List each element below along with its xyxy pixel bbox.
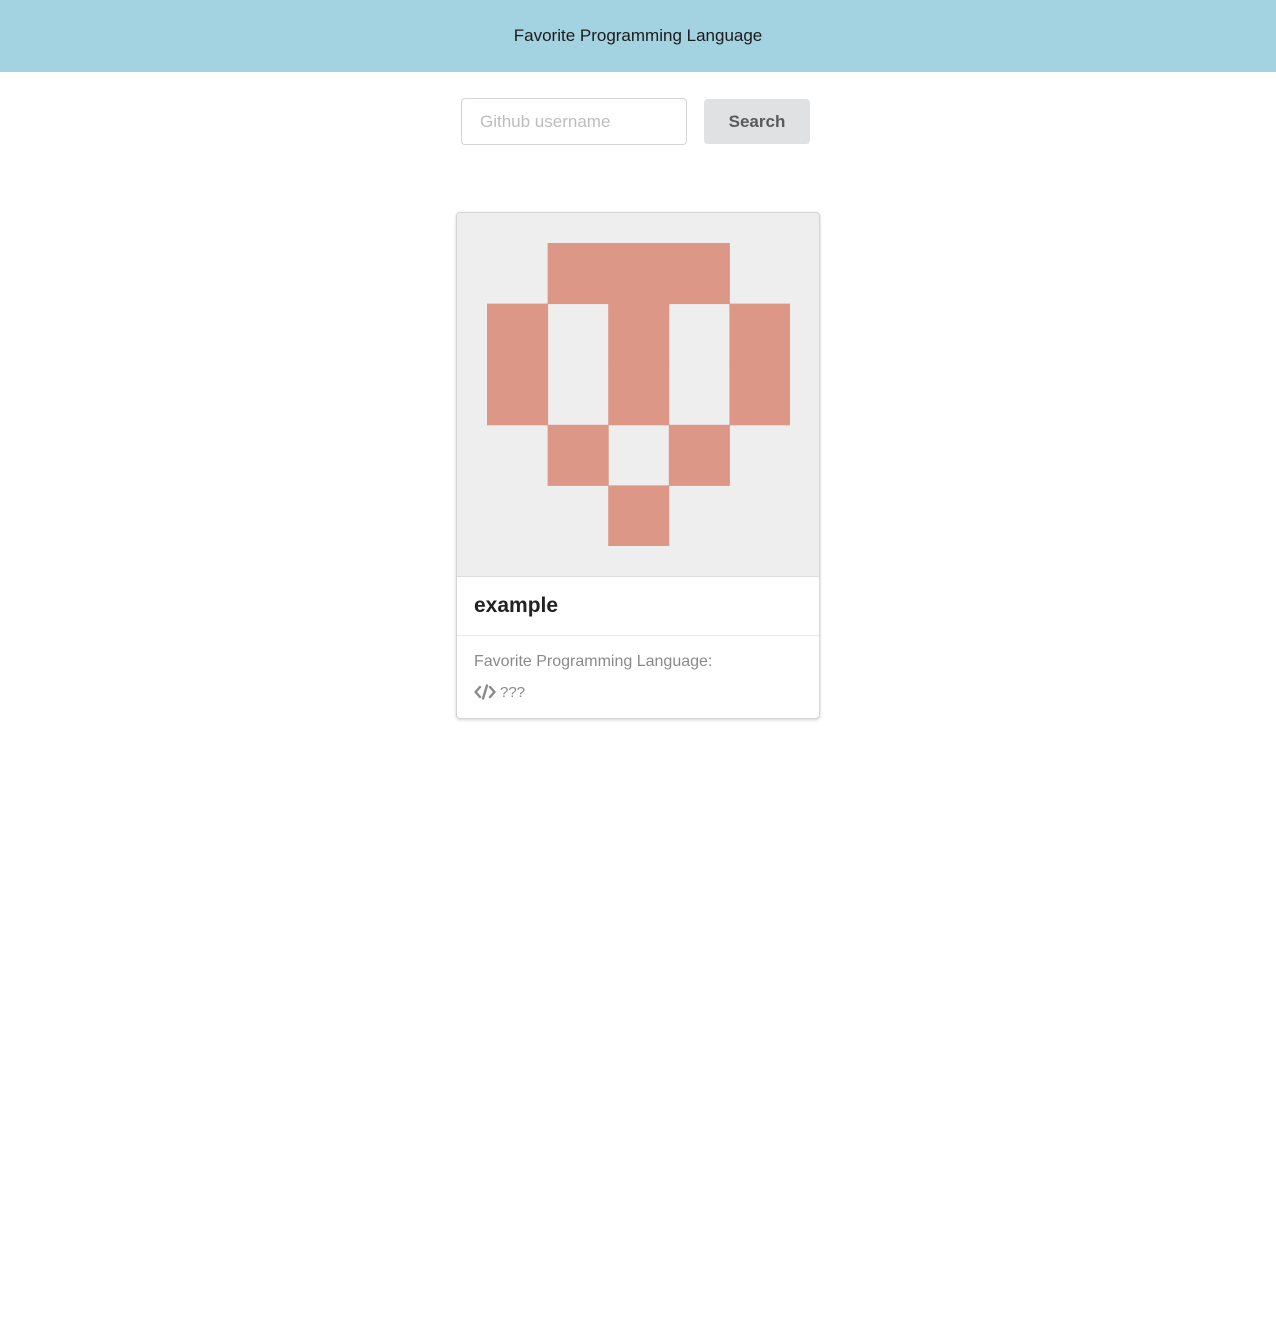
github-username-input[interactable] — [461, 98, 687, 145]
identicon-cell — [608, 303, 670, 365]
identicon-cell — [547, 243, 609, 305]
card-meta: Favorite Programming Language: ??? — [457, 636, 819, 702]
identicon-cell — [729, 364, 790, 426]
identicon-cell — [668, 243, 730, 305]
identicon-cell — [608, 364, 670, 426]
language-row: ??? — [474, 682, 802, 702]
identicon-cell — [608, 243, 670, 305]
identicon-cell — [608, 485, 670, 546]
identicon-cell — [487, 303, 549, 365]
identicon-container — [457, 213, 819, 577]
search-button[interactable]: Search — [704, 99, 810, 144]
identicon-cell — [668, 424, 730, 486]
identicon-cell — [729, 303, 790, 365]
code-icon — [474, 684, 496, 700]
card-header: example — [457, 577, 819, 636]
identicon-cell — [547, 424, 609, 486]
username: example — [474, 594, 559, 617]
identicon-avatar — [487, 243, 790, 546]
favorite-language-label: Favorite Programming Language: — [474, 653, 713, 670]
app-header: Favorite Programming Language — [0, 0, 1276, 72]
favorite-language-value: ??? — [500, 683, 526, 701]
app-title: Favorite Programming Language — [513, 26, 763, 45]
user-card: example Favorite Programming Language: ?… — [456, 212, 820, 719]
search-bar: Search — [461, 98, 810, 145]
identicon-cell — [487, 364, 549, 426]
